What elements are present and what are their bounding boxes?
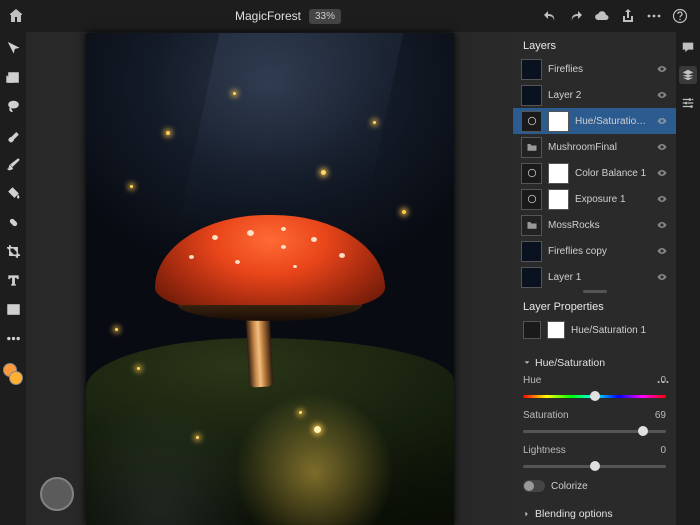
toolbar [0, 32, 26, 525]
layer-mask [548, 111, 569, 132]
topbar: MagicForest 33% [0, 0, 700, 32]
sat-value[interactable]: 69 [655, 410, 666, 421]
doc-title: MagicForest [235, 9, 301, 23]
properties-tab-icon[interactable] [679, 94, 697, 112]
visibility-icon[interactable] [656, 219, 668, 231]
light-label: Lightness [523, 445, 566, 456]
blending-title: Blending options [535, 508, 613, 520]
menu-dots-icon[interactable] [646, 8, 662, 24]
layer-name: MushroomFinal [548, 142, 650, 153]
layer-props-thumb [523, 321, 541, 339]
type-tool-icon[interactable] [3, 270, 23, 290]
brush-tool-icon[interactable] [3, 154, 23, 174]
visibility-icon[interactable] [656, 115, 668, 127]
layers-header: Layers [513, 32, 676, 56]
layer-row[interactable]: Layer 1 [513, 264, 676, 290]
layer-row[interactable]: MossRocks [513, 212, 676, 238]
colorize-toggle[interactable] [523, 480, 545, 492]
canvas[interactable] [86, 33, 454, 525]
layer-name: Exposure 1 [575, 194, 650, 205]
transform-tool-icon[interactable] [3, 67, 23, 87]
hs-section-toggle[interactable]: Hue/Saturation [523, 357, 666, 369]
visibility-icon[interactable] [656, 193, 668, 205]
layer-thumb [521, 111, 542, 132]
lasso-tool-icon[interactable] [3, 96, 23, 116]
layer-thumb [521, 241, 542, 262]
layer-name: Hue/Saturation 1 [575, 116, 650, 127]
placeholder-tool-icon[interactable] [3, 299, 23, 319]
visibility-icon[interactable] [656, 167, 668, 179]
layer-thumb [521, 215, 542, 236]
layer-thumb [521, 85, 542, 106]
colorize-label: Colorize [551, 481, 588, 492]
help-icon[interactable] [672, 8, 688, 24]
layer-mask [548, 163, 569, 184]
layer-row[interactable]: Fireflies [513, 56, 676, 82]
canvas-area[interactable] [26, 32, 513, 525]
layer-row[interactable]: MushroomFinal [513, 134, 676, 160]
panel-tabs [676, 32, 700, 525]
layer-name: Layer 2 [548, 90, 650, 101]
visibility-icon[interactable] [656, 89, 668, 101]
selection-brush-icon[interactable] [3, 125, 23, 145]
layer-row[interactable]: Exposure 1 [513, 186, 676, 212]
fill-tool-icon[interactable] [3, 183, 23, 203]
layer-name: Layer 1 [548, 272, 650, 283]
light-value[interactable]: 0 [660, 445, 666, 456]
more-tools-icon[interactable] [3, 328, 23, 348]
hue-slider[interactable] [523, 390, 666, 402]
layer-props-name: Hue/Saturation 1 [571, 325, 646, 336]
crop-tool-icon[interactable] [3, 241, 23, 261]
layer-name: MossRocks [548, 220, 650, 231]
layer-name: Fireflies copy [548, 246, 650, 257]
share-icon[interactable] [620, 8, 636, 24]
layer-row[interactable]: Fireflies copy [513, 238, 676, 264]
layer-thumb [521, 59, 542, 80]
layers-tab-icon[interactable] [679, 66, 697, 84]
layer-thumb [521, 267, 542, 288]
layer-name: Color Balance 1 [575, 168, 650, 179]
move-tool-icon[interactable] [3, 38, 23, 58]
undo-icon[interactable] [542, 8, 558, 24]
layer-row[interactable]: Color Balance 1 [513, 160, 676, 186]
color-swatches[interactable] [3, 363, 23, 385]
layer-props-mask [547, 321, 565, 339]
sat-label: Saturation [523, 410, 569, 421]
cloud-icon[interactable] [594, 8, 610, 24]
layer-thumb [521, 189, 542, 210]
layer-props-header: Layer Properties [513, 293, 676, 317]
visibility-icon[interactable] [656, 63, 668, 75]
hs-title: Hue/Saturation [535, 357, 605, 369]
panels: Layers Fireflies Layer 2 Hue/Saturation 1 M… [513, 32, 676, 525]
blending-toggle[interactable]: Blending options [523, 508, 666, 520]
layer-mask [548, 189, 569, 210]
comments-tab-icon[interactable] [679, 38, 697, 56]
layer-thumb [521, 137, 542, 158]
visibility-icon[interactable] [656, 245, 668, 257]
touch-shortcut[interactable] [40, 477, 74, 511]
redo-icon[interactable] [568, 8, 584, 24]
layers-list: Fireflies Layer 2 Hue/Saturation 1 Mushroom… [513, 56, 676, 290]
hs-more-icon[interactable] [656, 375, 670, 389]
light-slider[interactable] [523, 460, 666, 472]
visibility-icon[interactable] [656, 141, 668, 153]
layer-thumb [521, 163, 542, 184]
visibility-icon[interactable] [656, 271, 668, 283]
zoom-badge[interactable]: 33% [309, 9, 341, 24]
sat-slider[interactable] [523, 425, 666, 437]
hue-label: Hue [523, 375, 541, 386]
layer-row[interactable]: Layer 2 [513, 82, 676, 108]
heal-tool-icon[interactable] [3, 212, 23, 232]
layer-row[interactable]: Hue/Saturation 1 [513, 108, 676, 134]
home-icon[interactable] [8, 8, 24, 24]
layer-name: Fireflies [548, 64, 650, 75]
